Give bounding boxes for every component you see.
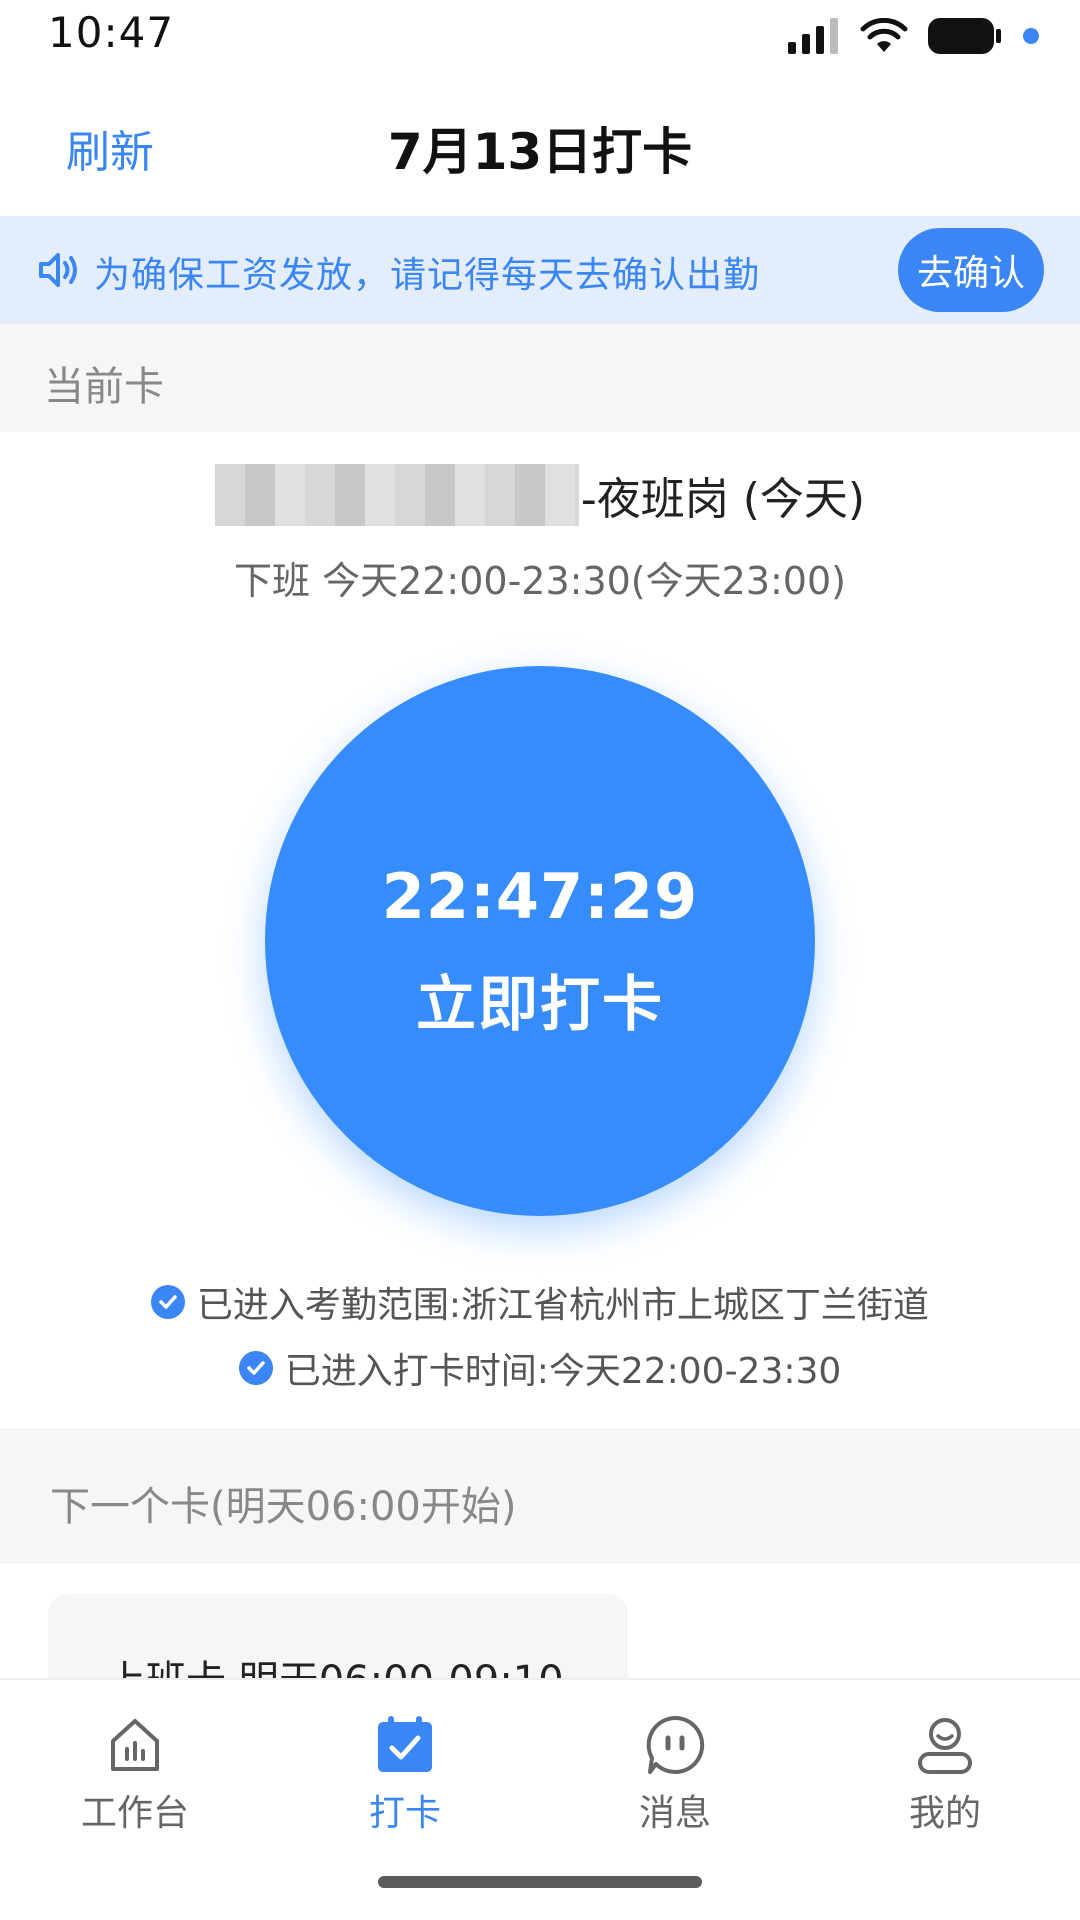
check-text-time: 已进入打卡时间:今天22:00-23:30 bbox=[284, 1351, 842, 1392]
next-card-section-label: 下一个卡(明天06:00开始) bbox=[0, 1428, 1080, 1564]
tab-label-mine: 我的 bbox=[908, 1793, 981, 1834]
home-indicator[interactable] bbox=[378, 1876, 702, 1888]
screen: 10:47 刷新 7月13日打卡 为确保工资发放，请记得每天去确认出勤 去确认 … bbox=[0, 0, 1080, 1920]
shift-name-row: -夜班岗 (今天) bbox=[0, 464, 1080, 526]
punch-label: 立即打卡 bbox=[416, 970, 664, 1040]
battery-icon bbox=[928, 18, 1001, 54]
next-card-label: 下一个卡(明天06:00开始) bbox=[50, 1484, 517, 1530]
calendar-check-icon bbox=[378, 1716, 432, 1772]
punch-in-button[interactable]: 22:47:29 立即打卡 bbox=[265, 666, 815, 1216]
tab-punch[interactable]: 打卡 bbox=[305, 1712, 505, 1836]
punch-clock: 22:47:29 bbox=[381, 860, 699, 933]
tab-mine[interactable]: 我的 bbox=[845, 1712, 1045, 1836]
notice-text: 为确保工资发放，请记得每天去确认出勤 bbox=[94, 255, 761, 296]
check-item-time: 已进入打卡时间:今天22:00-23:30 bbox=[0, 1342, 1080, 1394]
check-text-location: 已进入考勤范围:浙江省杭州市上城区丁兰街道 bbox=[196, 1285, 930, 1326]
tab-label-punch: 打卡 bbox=[368, 1793, 441, 1834]
status-bar: 10:47 bbox=[0, 0, 1080, 72]
chat-bubble-icon bbox=[646, 1715, 705, 1774]
tab-label-messages: 消息 bbox=[638, 1793, 711, 1834]
header: 刷新 7月13日打卡 bbox=[0, 72, 1080, 216]
notification-dot-icon bbox=[1023, 28, 1039, 44]
current-card-section-label: 当前卡 bbox=[0, 324, 1080, 432]
check-circle-icon bbox=[150, 1285, 185, 1319]
user-icon bbox=[918, 1718, 972, 1774]
confirm-attendance-button[interactable]: 去确认 bbox=[898, 228, 1044, 312]
page-title: 7月13日打卡 bbox=[387, 123, 693, 181]
tab-messages[interactable]: 消息 bbox=[575, 1712, 775, 1836]
shift-time: 下班 今天22:00-23:30(今天23:00) bbox=[234, 559, 846, 603]
status-time: 10:47 bbox=[48, 8, 175, 57]
speaker-icon bbox=[39, 253, 77, 287]
home-chart-icon bbox=[111, 1719, 159, 1771]
redacted-company-name bbox=[214, 464, 579, 526]
notice-bar: 为确保工资发放，请记得每天去确认出勤 去确认 bbox=[0, 216, 1080, 324]
shift-name: -夜班岗 (今天) bbox=[580, 474, 866, 525]
signal-icon bbox=[788, 18, 838, 54]
status-icons bbox=[786, 14, 1040, 58]
wifi-icon bbox=[860, 18, 908, 52]
tab-workbench[interactable]: 工作台 bbox=[35, 1712, 235, 1836]
tab-label-workbench: 工作台 bbox=[80, 1793, 189, 1834]
check-circle-icon bbox=[238, 1351, 273, 1385]
current-card-label: 当前卡 bbox=[44, 364, 164, 410]
check-item-location: 已进入考勤范围:浙江省杭州市上城区丁兰街道 bbox=[0, 1276, 1080, 1328]
